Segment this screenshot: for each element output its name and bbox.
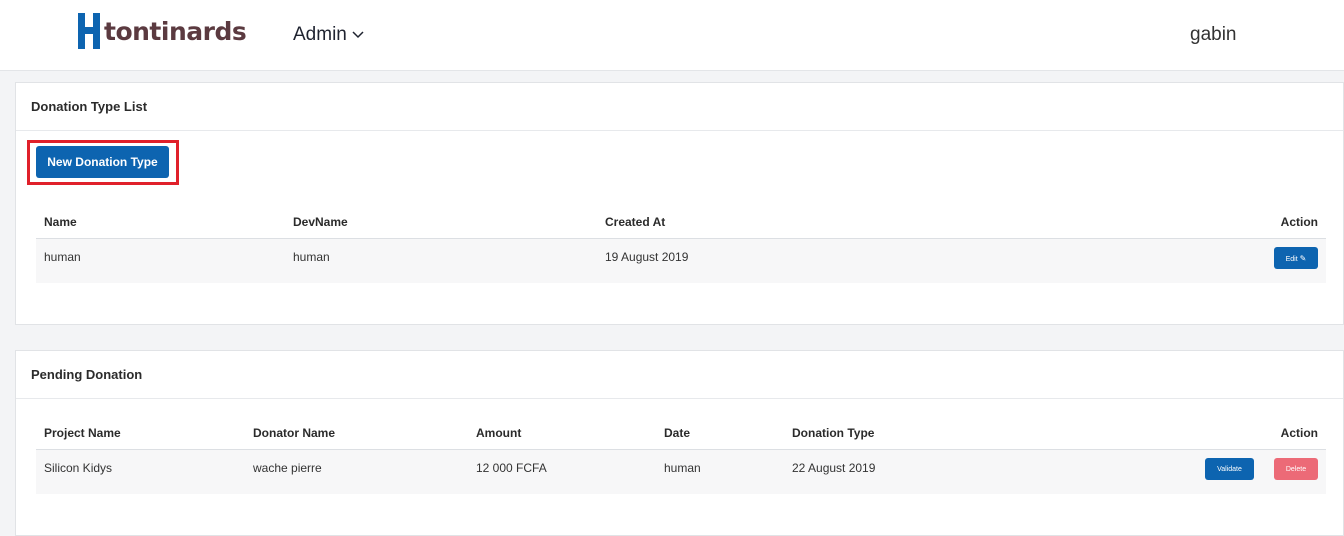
cell-amount: 12 000 FCFA	[468, 449, 656, 494]
chevron-down-icon	[352, 31, 364, 39]
cell-name: human	[36, 238, 285, 283]
cell-action: Validate Delete	[1166, 449, 1326, 494]
table-row: human human 19 August 2019 Edit ✎	[36, 238, 1326, 283]
column-header-date: Date	[656, 416, 784, 450]
cell-action: Edit ✎	[1037, 238, 1326, 283]
pending-donation-title: Pending Donation	[16, 351, 1343, 399]
column-header-action: Action	[1166, 416, 1326, 450]
brand-name: tontinards	[104, 16, 247, 46]
cell-date: human	[656, 449, 784, 494]
edit-label: Edit	[1285, 255, 1298, 263]
new-donation-type-button[interactable]: New Donation Type	[36, 146, 169, 178]
donation-type-list-title: Donation Type List	[16, 83, 1343, 131]
pending-donation-table: Project Name Donator Name Amount Date Do…	[36, 416, 1326, 494]
column-header-devname: DevName	[285, 205, 597, 239]
cell-donation-type: 22 August 2019	[784, 449, 1166, 494]
donation-type-table: Name DevName Created At Action human hum…	[36, 205, 1326, 283]
brand-logo[interactable]: tontinards	[78, 12, 247, 50]
top-navbar: tontinards Admin gabin	[0, 0, 1344, 71]
column-header-action: Action	[1037, 205, 1326, 239]
user-menu[interactable]: gabin	[1190, 24, 1237, 46]
table-header-row: Project Name Donator Name Amount Date Do…	[36, 416, 1326, 450]
table-row: Silicon Kidys wache pierre 12 000 FCFA h…	[36, 449, 1326, 494]
admin-dropdown[interactable]: Admin	[293, 24, 364, 46]
admin-label: Admin	[293, 24, 347, 45]
pencil-icon: ✎	[1299, 253, 1307, 263]
cell-created-at: 19 August 2019	[597, 238, 1038, 283]
column-header-name: Name	[36, 205, 285, 239]
table-header-row: Name DevName Created At Action	[36, 205, 1326, 239]
delete-button[interactable]: Delete	[1274, 458, 1318, 480]
donation-type-list-card: Donation Type List New Donation Type Nam…	[15, 82, 1344, 325]
pending-donation-card: Pending Donation Project Name Donator Na…	[15, 350, 1344, 536]
column-header-donator-name: Donator Name	[245, 416, 468, 450]
cell-donator-name: wache pierre	[245, 449, 468, 494]
column-header-donation-type: Donation Type	[784, 416, 1166, 450]
cell-project-name: Silicon Kidys	[36, 449, 245, 494]
edit-button[interactable]: Edit ✎	[1274, 247, 1318, 269]
column-header-created-at: Created At	[597, 205, 1038, 239]
validate-button[interactable]: Validate	[1205, 458, 1254, 480]
logo-mark-icon	[78, 13, 100, 49]
column-header-project-name: Project Name	[36, 416, 245, 450]
cell-devname: human	[285, 238, 597, 283]
column-header-amount: Amount	[468, 416, 656, 450]
